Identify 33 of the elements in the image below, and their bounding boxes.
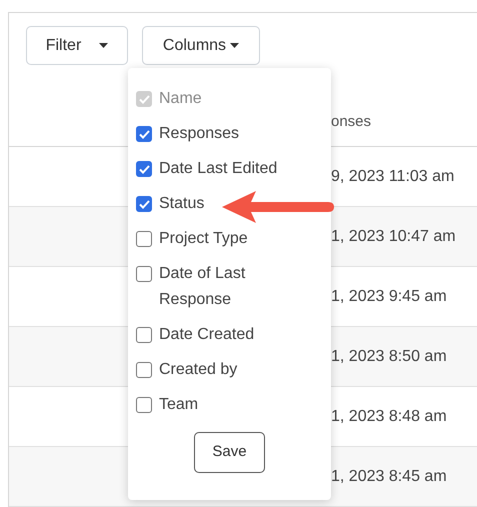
table-cell-text: 9, 2023 11:03 am [331,166,454,186]
column-option[interactable]: Date of Last Response [159,261,309,313]
check-icon [138,200,150,208]
column-option[interactable]: Date Created [159,322,254,348]
caret-icon [99,43,108,48]
save-button[interactable]: Save [194,432,265,473]
column-option[interactable]: Team [159,392,198,418]
checkbox[interactable] [136,196,152,212]
columns-button[interactable]: Columns [142,26,260,65]
column-header: onses [331,112,372,132]
check-icon [138,164,150,174]
checkbox[interactable] [136,362,152,378]
column-option[interactable]: Responses [159,121,240,147]
column-option[interactable]: Status [159,191,204,217]
check-icon [138,130,150,138]
table-cell-text: 1, 2023 8:50 am [331,346,447,366]
column-option[interactable]: Created by [159,357,238,383]
table-cell-text: 1, 2023 10:47 am [331,226,456,246]
checkbox[interactable] [136,397,152,413]
table-cell-text: 1, 2023 8:45 am [331,466,447,486]
column-option[interactable]: Project Type [159,226,248,252]
column-option[interactable]: Date Last Edited [159,156,278,182]
checkbox[interactable] [136,126,152,142]
table-cell-text: 1, 2023 9:45 am [331,286,447,306]
caret-icon [230,43,240,48]
checkbox[interactable] [136,231,152,247]
checkbox[interactable] [136,161,152,177]
checkbox[interactable] [136,327,152,343]
table-cell-text: 1, 2023 8:48 am [331,406,447,426]
filter-button[interactable]: Filter [26,26,128,65]
check-icon [138,94,150,104]
arrow-icon [220,188,336,226]
checkbox[interactable] [136,266,152,282]
